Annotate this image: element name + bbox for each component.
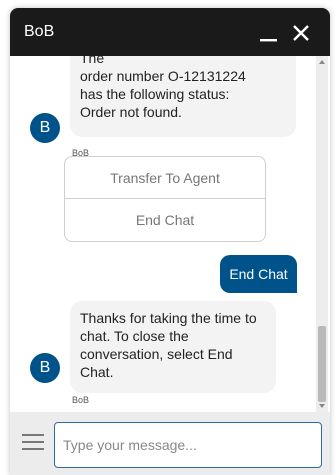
transfer-to-agent-button[interactable]: Transfer To Agent [65, 157, 265, 199]
message-line: Thanks for taking the time to [80, 310, 257, 326]
scroll-down-icon[interactable] [319, 404, 325, 408]
bot-message-bubble: Thanks for taking the time to chat. To c… [70, 301, 276, 393]
message-line: order number O-12131224 [80, 68, 246, 84]
end-chat-option-button[interactable]: End Chat [65, 199, 265, 241]
user-message-bubble: End Chat [220, 255, 297, 293]
quick-reply-options: Transfer To Agent End Chat [64, 156, 266, 242]
scrollbar[interactable] [316, 56, 328, 412]
bot-avatar: B [30, 353, 60, 383]
message-line: chat. To close the [80, 328, 189, 344]
bot-avatar: B [30, 113, 60, 143]
message-line: Chat. [80, 364, 114, 380]
message-input[interactable] [54, 422, 322, 468]
chat-window: BoB The order number O-12131224 has the … [10, 8, 330, 475]
close-icon[interactable] [290, 22, 312, 44]
composer-bar [10, 412, 330, 475]
message-line: conversation, select End [80, 346, 233, 362]
message-list: The order number O-12131224 has the foll… [10, 56, 330, 412]
message-line: Order not found. [80, 104, 182, 120]
message-line: has the following status: [80, 86, 230, 102]
bot-message-bubble: The order number O-12131224 has the foll… [70, 56, 296, 137]
chat-header: BoB [10, 8, 330, 56]
message-line: The [80, 56, 105, 66]
scrollbar-thumb[interactable] [318, 326, 326, 402]
sender-label: BoB [72, 395, 90, 405]
minimize-icon[interactable] [258, 22, 280, 44]
scroll-up-icon[interactable] [319, 60, 325, 64]
hamburger-menu-icon[interactable] [22, 434, 44, 452]
chat-title: BoB [24, 23, 55, 40]
